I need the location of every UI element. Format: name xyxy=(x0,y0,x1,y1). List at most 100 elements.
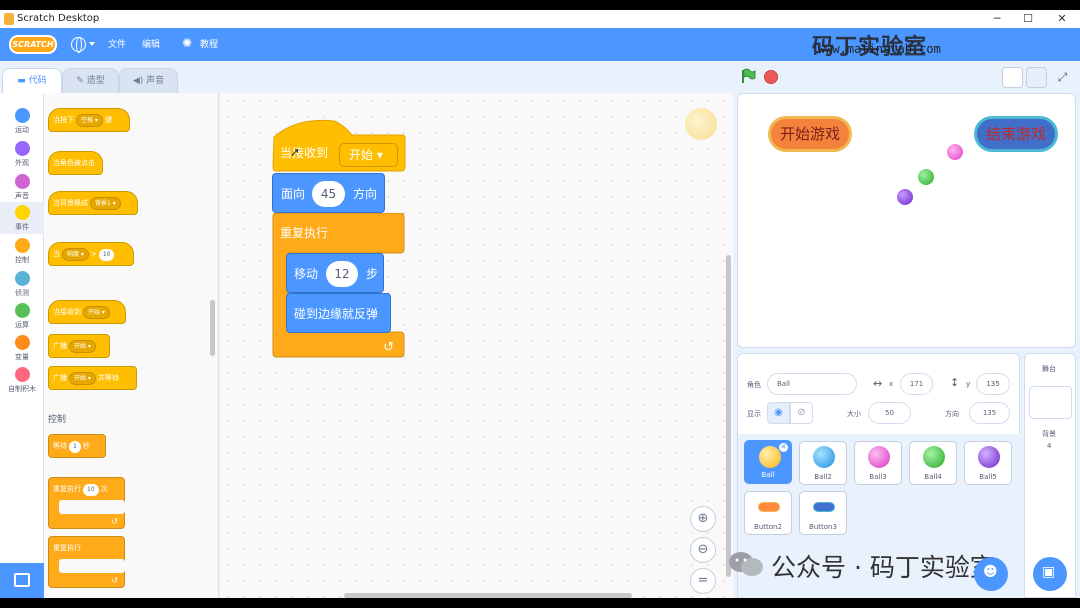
key-dropdown[interactable]: 空格 ▾ xyxy=(76,114,103,127)
block-when-receive-start[interactable]: 当接收到 开始 ▾ xyxy=(272,115,406,173)
close-button[interactable]: ✕ xyxy=(1055,12,1069,26)
brush-icon: ✎ xyxy=(76,76,87,86)
choose-backdrop-button[interactable]: ▣ xyxy=(1033,557,1067,591)
category-variables[interactable]: 变量 xyxy=(0,332,44,364)
block-when-backdrop-switches[interactable]: 当背景换成 背景1 ▾ xyxy=(48,191,138,215)
y-label: y xyxy=(966,380,971,388)
block-wait[interactable]: 等待 1 秒 xyxy=(48,434,106,458)
ball3-sprite[interactable] xyxy=(947,144,963,160)
message-dropdown[interactable]: 开始 ▾ xyxy=(69,340,96,353)
palette-scrollbar[interactable] xyxy=(210,300,215,356)
sprite-tile-ball3[interactable]: Ball3 xyxy=(854,441,902,485)
dropdown-value: 响度 xyxy=(67,251,80,258)
category-events[interactable]: 事件 xyxy=(0,202,44,234)
ball4-sprite[interactable] xyxy=(918,169,934,185)
backdrops-count: 4 xyxy=(1047,442,1052,450)
category-sound[interactable]: 声音 xyxy=(0,171,44,203)
size-input[interactable]: 50 xyxy=(868,402,911,424)
message-dropdown[interactable]: 开始 ▾ xyxy=(83,306,110,319)
zoom-out-button[interactable]: ⊖ xyxy=(690,537,716,563)
sprite-name-input[interactable]: Ball xyxy=(767,373,857,395)
block-broadcast[interactable]: 广播 开始 ▾ xyxy=(48,334,110,358)
block-when-key-pressed[interactable]: 当按下 空格 ▾ 键 xyxy=(48,108,130,132)
hide-sprite-button[interactable]: ⊘ xyxy=(790,402,813,424)
backdrop-dropdown[interactable]: 背景1 ▾ xyxy=(90,197,121,210)
sprite-tile-button3[interactable]: Button3 xyxy=(799,491,847,535)
tab-sounds[interactable]: ◀) 声音 xyxy=(119,68,178,93)
sprite-tile-ball2[interactable]: Ball2 xyxy=(799,441,847,485)
menu-file[interactable]: 文件 xyxy=(108,37,126,50)
tab-code[interactable]: ▬ 代码 xyxy=(2,68,62,93)
block-broadcast-and-wait[interactable]: 广播 开始 ▾ 并等待 xyxy=(48,366,137,390)
end-game-button[interactable]: 结束游戏 xyxy=(974,116,1058,152)
wait-seconds-input[interactable]: 1 xyxy=(69,441,81,453)
title-bar: Scratch Desktop ─ ☐ ✕ xyxy=(0,10,1080,28)
block-forever[interactable]: 重复执行 ↺ xyxy=(48,536,125,588)
script-vertical-scrollbar[interactable] xyxy=(726,255,731,577)
chevron-down-icon[interactable] xyxy=(89,42,95,46)
delete-sprite-icon[interactable]: ✕ xyxy=(779,443,788,452)
category-operators[interactable]: 运算 xyxy=(0,300,44,332)
loudness-dropdown[interactable]: 响度 ▾ xyxy=(62,248,89,261)
choose-sprite-button[interactable]: ☻ xyxy=(974,557,1008,591)
category-control[interactable]: 控制 xyxy=(0,235,44,267)
block-text: 当接收到 xyxy=(280,146,329,160)
y-input[interactable]: 135 xyxy=(976,373,1010,395)
category-sensing[interactable]: 侦测 xyxy=(0,268,44,300)
block-bounce-on-edge[interactable]: 碰到边缘就反弹 xyxy=(286,293,391,333)
scratch-logo[interactable]: SCRATCH xyxy=(9,35,57,54)
show-label: 显示 xyxy=(747,410,761,418)
sprite-thumbnail xyxy=(759,446,781,468)
steps-input[interactable]: 12 xyxy=(326,261,358,287)
add-extension-button[interactable] xyxy=(0,563,44,598)
tab-costumes[interactable]: ✎ 造型 xyxy=(62,68,119,93)
block-repeat[interactable]: 重复执行 10 次 ↺ xyxy=(48,477,125,529)
x-input[interactable]: 171 xyxy=(900,373,933,395)
threshold-input[interactable]: 10 xyxy=(98,249,115,261)
menu-tutorials[interactable]: 教程 xyxy=(200,37,218,50)
maximize-button[interactable]: ☐ xyxy=(1021,12,1035,26)
menu-edit[interactable]: 编辑 xyxy=(142,37,160,50)
green-flag-icon[interactable] xyxy=(740,68,756,84)
block-when-sprite-clicked[interactable]: 当角色被点击 xyxy=(48,151,103,175)
sprite-tile-ball[interactable]: ✕ Ball xyxy=(744,440,792,484)
small-stage-button[interactable] xyxy=(1002,67,1023,88)
sprite-thumbnail xyxy=(813,502,835,512)
direction-input[interactable]: 45 xyxy=(312,181,345,207)
normal-stage-button[interactable] xyxy=(1026,67,1047,88)
stage-thumbnail[interactable] xyxy=(1029,386,1072,419)
category-label: 声音 xyxy=(15,192,29,200)
sprite-tile-label: Ball xyxy=(761,471,775,479)
script-area[interactable]: 当接收到 开始 ▾ 面向 45 方向 重复执行 ↺ 移动 12 步 碰到边缘就反… xyxy=(220,93,733,598)
stage-canvas[interactable]: 开始游戏 结束游戏 xyxy=(737,93,1076,348)
sprite-thumbnail xyxy=(758,502,780,512)
zoom-reset-button[interactable]: = xyxy=(690,568,716,594)
extension-icon xyxy=(14,573,30,587)
category-my-blocks[interactable]: 自制积木 xyxy=(0,364,44,396)
start-game-button[interactable]: 开始游戏 xyxy=(768,116,852,152)
category-motion[interactable]: 运动 xyxy=(0,105,44,137)
language-globe-icon[interactable] xyxy=(71,37,86,53)
show-visible-button[interactable]: ◉ xyxy=(767,402,790,424)
category-looks[interactable]: 外观 xyxy=(0,138,44,170)
fullscreen-icon[interactable]: ⤢ xyxy=(1052,67,1073,88)
sprite-tile-ball4[interactable]: Ball4 xyxy=(909,441,957,485)
sprite-tile-ball5[interactable]: Ball5 xyxy=(964,441,1012,485)
sprite-tile-button2[interactable]: Button2 xyxy=(744,491,792,535)
stop-icon[interactable] xyxy=(764,70,778,84)
ball5-sprite[interactable] xyxy=(897,189,913,205)
direction-input[interactable]: 135 xyxy=(969,402,1010,424)
repeat-count-input[interactable]: 10 xyxy=(83,484,99,496)
minimize-button[interactable]: ─ xyxy=(990,12,1004,26)
lightbulb-icon[interactable]: ✺ xyxy=(182,36,196,50)
block-text: 重复执行 xyxy=(53,544,81,552)
block-move-steps[interactable]: 移动 12 步 xyxy=(286,253,384,293)
script-horizontal-scrollbar[interactable] xyxy=(344,593,632,598)
zoom-in-button[interactable]: ⊕ xyxy=(690,506,716,532)
block-when-greater-than[interactable]: 当响度 ▾ >10 xyxy=(48,242,134,266)
message-dropdown[interactable]: 开始 ▾ xyxy=(69,372,96,385)
message-dropdown[interactable]: 开始 ▾ xyxy=(339,143,398,167)
block-point-in-direction[interactable]: 面向 45 方向 xyxy=(272,173,385,213)
block-when-receive[interactable]: 当接收到 开始 ▾ xyxy=(48,300,126,324)
category-label: 外观 xyxy=(15,159,29,167)
